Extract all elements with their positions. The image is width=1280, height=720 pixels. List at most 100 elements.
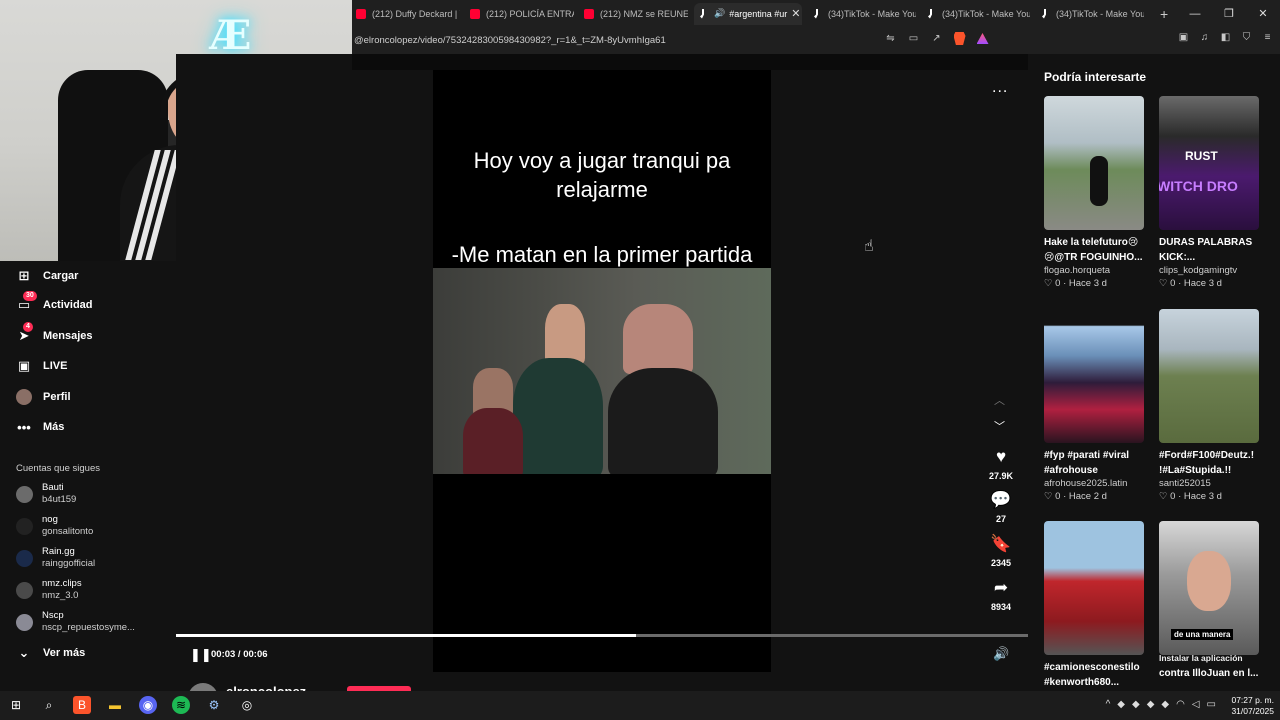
brave-rewards-icon[interactable]	[976, 32, 989, 45]
address-bar[interactable]: @elroncolopez/video/7532428300598430982?…	[352, 30, 1280, 50]
more-options-icon[interactable]: ...	[992, 79, 1008, 97]
minimize-icon[interactable]: —	[1178, 0, 1212, 27]
avatar[interactable]	[188, 683, 218, 691]
card-age: Hace 2 d	[1068, 491, 1107, 502]
share-button[interactable]: ➦ 8934	[980, 578, 1022, 612]
obs-icon[interactable]: ◎	[238, 696, 256, 714]
brave-browser-icon[interactable]: B	[73, 696, 91, 714]
video-progress-bar[interactable]	[176, 634, 1028, 637]
tab-title: (212) Duffy Deckard | Y	[372, 8, 460, 19]
nav-item-upload[interactable]: ⊞ Cargar	[16, 265, 79, 287]
tray-app-icon[interactable]: ◆	[1147, 699, 1155, 710]
tab-title: #argentina #ur	[729, 8, 788, 19]
tab-title: (212) POLICÍA ENTRA A	[486, 8, 574, 19]
recommendation-card[interactable]: #Ford#F100#Deutz.! !#La#Stupida.!! santi…	[1159, 309, 1259, 502]
translate-icon[interactable]: ⇋	[884, 32, 897, 45]
file-explorer-icon[interactable]: ▬	[106, 696, 124, 714]
tab-2[interactable]: (212) NMZ se REUNE c	[580, 3, 688, 25]
card-likes: 0	[1170, 278, 1176, 289]
following-account[interactable]: Nscp nscp_repuestosyme...	[16, 608, 135, 636]
tray-app-icon[interactable]: ◆	[1161, 699, 1169, 710]
nav-item-more[interactable]: ••• Más	[16, 416, 64, 438]
nav-item-profile[interactable]: Perfil	[16, 386, 71, 408]
sidebar-toggle-icon[interactable]: ▣	[1177, 31, 1190, 44]
recommendation-card[interactable]: #fyp #parati #viral #afrohouse afrohouse…	[1044, 309, 1144, 502]
windows-taskbar: ⊞ ⌕ B ▬ ◉ ≋ ⚙ ◎ ^ ◆ ◆ ◆ ◆ ◠ ◁ ▭ 07:27 p.…	[0, 691, 1280, 720]
see-more-button[interactable]: ⌄ Ver más	[16, 645, 86, 661]
speaker-icon[interactable]: 🔊	[714, 8, 725, 19]
tiktok-icon	[1042, 8, 1046, 19]
vpn-shield-icon[interactable]: ⛉	[1240, 31, 1253, 44]
tab-4[interactable]: (34)TikTok - Make You	[808, 3, 916, 25]
tray-app-icon[interactable]: ◆	[1117, 699, 1125, 710]
new-tab-icon[interactable]: +	[1160, 6, 1174, 22]
music-icon[interactable]: ♫	[1198, 31, 1211, 44]
nav-item-messages[interactable]: ➤ 4 Mensajes	[16, 322, 93, 347]
more-icon: •••	[17, 419, 31, 435]
following-account[interactable]: nog gonsalitonto	[16, 512, 93, 540]
card-username: clips_kodgamingtv	[1159, 265, 1238, 276]
heart-outline-icon: ♡	[1159, 491, 1171, 502]
restore-icon[interactable]: ❐	[1212, 0, 1246, 27]
notification-badge: 4	[23, 322, 33, 332]
taskbar-clock[interactable]: 07:27 p. m. 31/07/2025	[1231, 695, 1274, 717]
recommendation-card[interactable]: de una manera Instalar la aplicación cont…	[1159, 521, 1259, 681]
tab-title: (34)TikTok - Make You	[942, 8, 1030, 19]
url-text[interactable]: @elroncolopez/video/7532428300598430982?…	[352, 35, 666, 46]
nav-label: Actividad	[43, 299, 93, 311]
chevron-up-icon[interactable]: ^	[1106, 699, 1111, 710]
following-account[interactable]: Rain.gg rainggofficial	[16, 544, 95, 572]
brave-shields-icon[interactable]	[953, 32, 966, 45]
nav-item-activity[interactable]: ▭ 30 Actividad	[16, 291, 93, 316]
search-icon[interactable]: ⌕	[40, 696, 58, 714]
tab-3-active[interactable]: 🔊 #argentina #ur ✕	[694, 2, 802, 25]
neon-logo: Æ	[210, 12, 252, 59]
next-video-icon[interactable]: ﹀	[994, 418, 1005, 434]
tray-app-icon[interactable]: ◆	[1132, 699, 1140, 710]
clock-date: 31/07/2025	[1231, 706, 1274, 716]
wifi-icon[interactable]: ◠	[1176, 699, 1185, 710]
like-count: 27.9K	[988, 471, 1014, 481]
following-account[interactable]: nmz.clips nmz_3.0	[16, 576, 82, 604]
window-controls: — ❐ ✕	[1178, 0, 1280, 27]
live-icon: ▣	[17, 358, 31, 373]
following-section-title: Cuentas que sigues	[16, 463, 100, 474]
bookmark-icon: 🔖	[990, 534, 1012, 553]
recommendation-card[interactable]: #camionesconestilo #kenworth680...	[1044, 521, 1144, 690]
pause-icon[interactable]: ❚❚	[190, 647, 212, 663]
close-tab-icon[interactable]: ✕	[787, 7, 800, 20]
recommendation-card[interactable]: Hake la telefuturo😢 😢@TR FOGUINHO... flo…	[1044, 96, 1144, 289]
card-description: Hake la telefuturo😢 😢@TR FOGUINHO...	[1044, 237, 1143, 263]
chevron-down-icon: ⌄	[18, 645, 30, 660]
card-description: #Ford#F100#Deutz.! !#La#Stupida.!!	[1159, 450, 1255, 476]
author-name[interactable]: elroncolopez	[226, 684, 306, 691]
tab-5[interactable]: (34)TikTok - Make You	[922, 3, 1030, 25]
heart-outline-icon: ♡	[1159, 278, 1171, 289]
previous-video-icon[interactable]: ︿	[994, 392, 1005, 408]
menu-icon[interactable]: ≡	[1261, 31, 1274, 44]
save-button[interactable]: 🔖 2345	[980, 534, 1022, 568]
close-window-icon[interactable]: ✕	[1246, 0, 1280, 27]
battery-icon[interactable]: ▭	[1207, 699, 1216, 710]
account-name: nog	[42, 514, 58, 525]
like-button[interactable]: ♥ 27.9K	[980, 447, 1022, 481]
tab-0[interactable]: (212) Duffy Deckard | Y	[352, 3, 460, 25]
volume-tray-icon[interactable]: ◁	[1192, 699, 1200, 710]
tab-1[interactable]: (212) POLICÍA ENTRA A	[466, 3, 574, 25]
discord-icon[interactable]: ◉	[139, 696, 157, 714]
nav-item-live[interactable]: ▣ LIVE	[16, 355, 68, 377]
following-account[interactable]: Bauti b4ut159	[16, 480, 76, 508]
volume-icon[interactable]: 🔊	[993, 646, 1009, 662]
cast-icon[interactable]: ▭	[907, 32, 920, 45]
spotify-icon[interactable]: ≋	[172, 696, 190, 714]
tab-6[interactable]: (34)TikTok - Make You	[1036, 3, 1144, 25]
avatar	[16, 485, 33, 503]
card-description: #camionesconestilo #kenworth680...	[1044, 662, 1140, 688]
comment-button[interactable]: 💬 27	[980, 490, 1022, 524]
share-icon[interactable]: ↗	[930, 32, 943, 45]
windows-start-icon[interactable]: ⊞	[7, 696, 25, 714]
steam-icon[interactable]: ⚙	[205, 696, 223, 714]
panel-icon[interactable]: ◧	[1219, 31, 1232, 44]
heart-icon: ♥	[995, 447, 1007, 466]
recommendation-card[interactable]: RUST WITCH DRO DURAS PALABRAS KICK:... c…	[1159, 96, 1259, 289]
